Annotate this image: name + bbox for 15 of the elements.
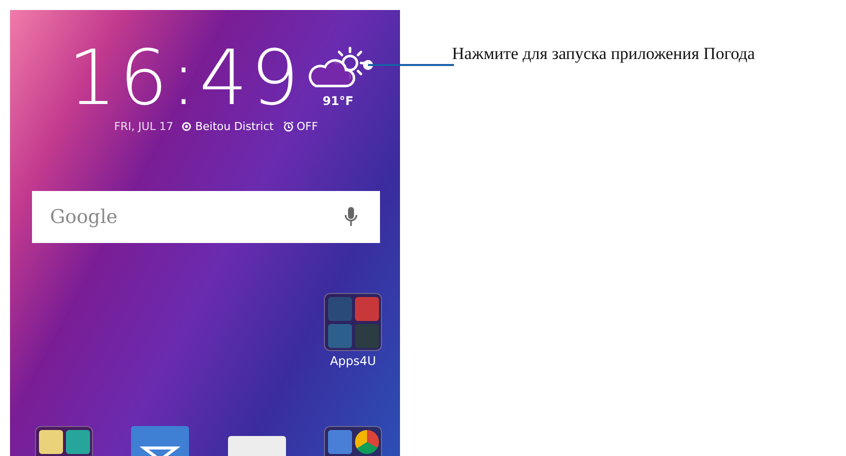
app-folder-icon[interactable] xyxy=(35,426,93,456)
location-text: Beitou District xyxy=(195,120,274,133)
date-text: FRI, JUL 17 xyxy=(114,120,174,133)
mail-app-icon[interactable] xyxy=(131,426,190,456)
alarm-status: OFF xyxy=(296,120,318,133)
microphone-icon[interactable] xyxy=(344,206,358,228)
alarm-clock-icon xyxy=(282,121,294,132)
callout-text: Нажмите для запуска приложения Погода xyxy=(452,44,755,63)
location-icon xyxy=(181,121,192,132)
google-logo-text: Google xyxy=(50,206,118,228)
temperature: 91°F xyxy=(322,94,354,108)
folder-label: Apps4U xyxy=(330,354,376,368)
clock-time: 16:49 xyxy=(68,36,302,120)
search-bar[interactable]: Google xyxy=(32,191,380,243)
app-folder-icon[interactable] xyxy=(324,426,382,456)
